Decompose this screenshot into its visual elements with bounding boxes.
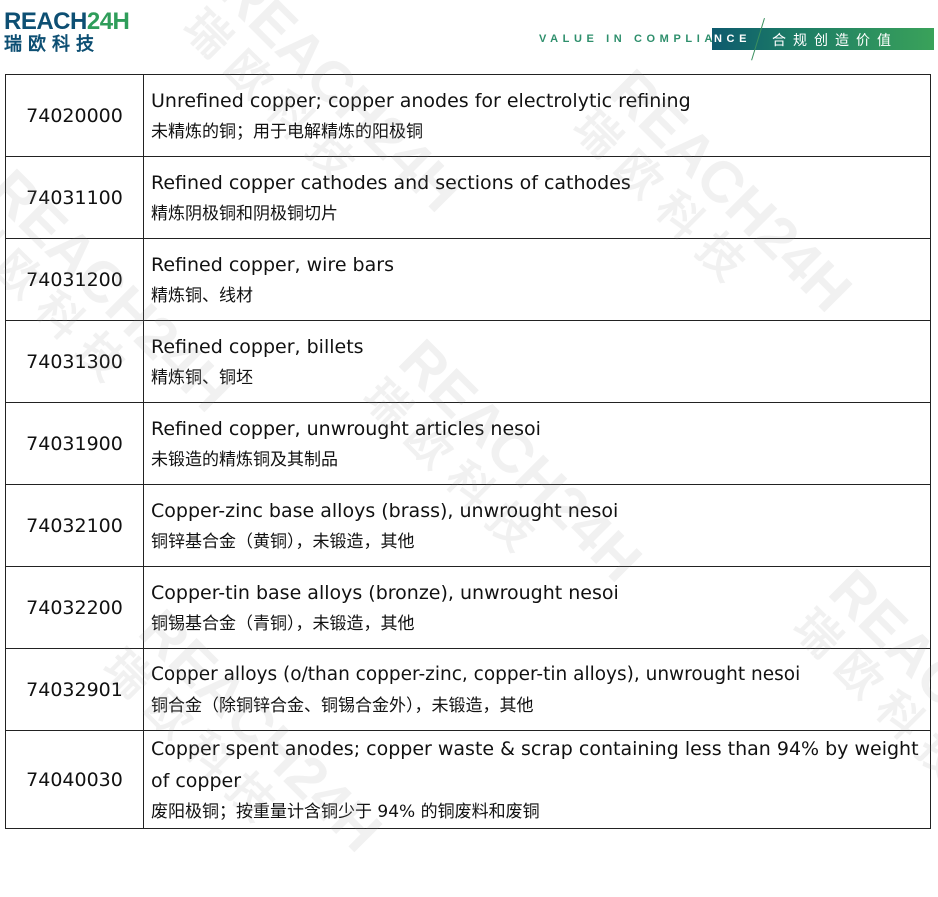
slogan-bar: NCE 合规创造价值 <box>712 28 934 50</box>
logo-cn: 瑞欧科技 <box>4 34 100 55</box>
hs-code-cell: 74032200 <box>5 566 144 649</box>
description-zh: 精炼阴极铜和阴极铜切片 <box>151 203 338 224</box>
description-en: Refined copper, billets <box>151 335 364 358</box>
description-cell: Refined copper cathodes and sections of … <box>143 156 931 239</box>
description-en: Copper spent anodes; copper waste & scra… <box>151 737 919 792</box>
table-row: 74032100 Copper-zinc base alloys (brass)… <box>5 484 931 567</box>
description-en: Refined copper cathodes and sections of … <box>151 171 631 194</box>
table-row: 74040030 Copper spent anodes; copper was… <box>5 730 931 829</box>
hs-code-cell: 74040030 <box>5 730 144 829</box>
description-zh: 精炼铜、铜坯 <box>151 367 253 388</box>
description-zh: 铜锡基合金（青铜），未锻造，其他 <box>151 613 415 634</box>
table-row: 74020000 Unrefined copper; copper anodes… <box>5 74 931 157</box>
description-cell: Refined copper, unwrought articles nesoi… <box>143 402 931 485</box>
description-zh: 铜锌基合金（黄铜），未锻造，其他 <box>151 531 415 552</box>
description-en: Copper-tin base alloys (bronze), unwroug… <box>151 581 619 604</box>
hs-code-cell: 74031200 <box>5 238 144 321</box>
table-row: 74032200 Copper-tin base alloys (bronze)… <box>5 566 931 649</box>
hs-code-cell: 74020000 <box>5 74 144 157</box>
table-row: 74031100 Refined copper cathodes and sec… <box>5 156 931 239</box>
logo-24h: 24H <box>86 8 130 35</box>
hs-code-cell: 74032901 <box>5 648 144 731</box>
description-cell: Copper spent anodes; copper waste & scra… <box>143 730 931 829</box>
description-en: Refined copper, wire bars <box>151 253 394 276</box>
table-row: 74032901 Copper alloys (o/than copper-zi… <box>5 648 931 731</box>
description-zh: 未精炼的铜；用于电解精炼的阳极铜 <box>151 121 423 142</box>
table-row: 74031900 Refined copper, unwrought artic… <box>5 402 931 485</box>
description-zh: 铜合金（除铜锌合金、铜锡合金外），未锻造，其他 <box>151 695 534 716</box>
description-en: Unrefined copper; copper anodes for elec… <box>151 89 691 112</box>
hs-code-cell: 74031300 <box>5 320 144 403</box>
description-cell: Unrefined copper; copper anodes for elec… <box>143 74 931 157</box>
description-zh: 精炼铜、线材 <box>151 285 253 306</box>
description-cell: Refined copper, billets 精炼铜、铜坯 <box>143 320 931 403</box>
description-cell: Refined copper, wire bars 精炼铜、线材 <box>143 238 931 321</box>
page-header: REACH24H 瑞欧科技 VALUE IN COMPLIA NCE 合规创造价… <box>0 0 938 68</box>
description-en: Copper-zinc base alloys (brass), unwroug… <box>151 499 619 522</box>
description-zh: 未锻造的精炼铜及其制品 <box>151 449 338 470</box>
hs-code-table: 74020000 Unrefined copper; copper anodes… <box>5 74 931 829</box>
description-cell: Copper-tin base alloys (bronze), unwroug… <box>143 566 931 649</box>
tagline-tail: NCE <box>714 33 752 45</box>
slogan-cn: 合规创造价值 <box>772 33 898 49</box>
hs-code-cell: 74031100 <box>5 156 144 239</box>
description-en: Copper alloys (o/than copper-zinc, coppe… <box>151 663 801 685</box>
tagline: VALUE IN COMPLIA <box>539 33 717 45</box>
table-row: 74031300 Refined copper, billets 精炼铜、铜坯 <box>5 320 931 403</box>
description-zh: 废阳极铜；按重量计含铜少于 94% 的铜废料和废铜 <box>151 801 540 822</box>
logo-reach: REACH <box>4 8 87 35</box>
description-en: Refined copper, unwrought articles nesoi <box>151 417 541 440</box>
reach24h-logo: REACH24H 瑞欧科技 <box>4 8 130 56</box>
hs-code-cell: 74031900 <box>5 402 144 485</box>
description-cell: Copper alloys (o/than copper-zinc, coppe… <box>143 648 931 731</box>
description-cell: Copper-zinc base alloys (brass), unwroug… <box>143 484 931 567</box>
table-body: 74020000 Unrefined copper; copper anodes… <box>5 74 931 829</box>
logo-wordmark: REACH24H <box>4 8 130 35</box>
table-row: 74031200 Refined copper, wire bars 精炼铜、线… <box>5 238 931 321</box>
hs-code-cell: 74032100 <box>5 484 144 567</box>
